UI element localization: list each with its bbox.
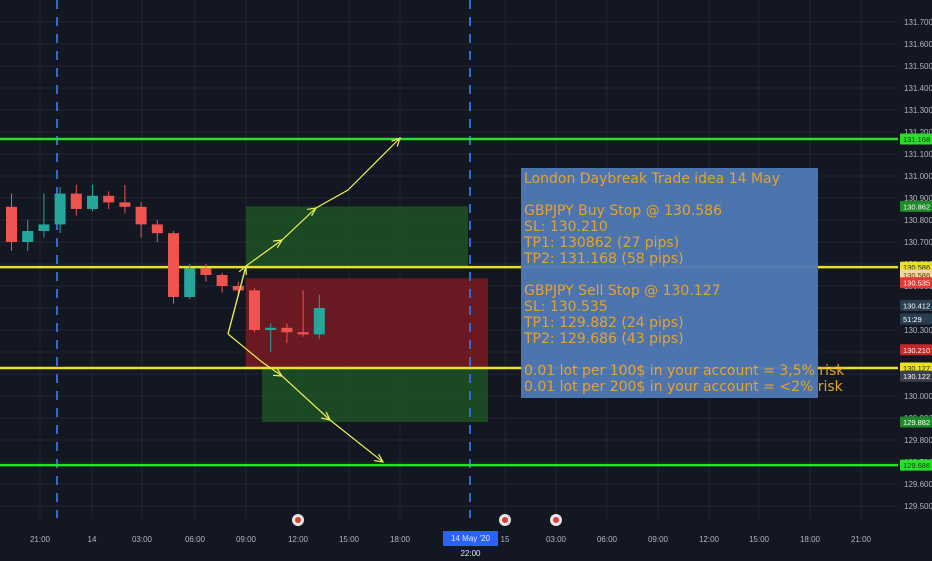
candle-body — [281, 327, 293, 333]
x-tick-label: 15 — [501, 535, 510, 544]
candle-body — [151, 224, 163, 234]
candle-body — [232, 286, 244, 291]
y-tick-label: 130.700 — [904, 238, 932, 247]
x-tick-label: 18:00 — [800, 535, 821, 544]
note-spacer — [524, 347, 815, 363]
sell-target-zone — [262, 368, 488, 422]
candle-body — [297, 332, 309, 335]
event-dot-icon — [553, 517, 559, 523]
candle-body — [38, 224, 50, 231]
candle-body — [6, 206, 17, 242]
price-badge-label: 129.882 — [903, 418, 930, 427]
candle-body — [216, 275, 228, 286]
note-buy-stop: GBPJPY Buy Stop @ 130.586 — [524, 203, 722, 219]
y-tick-label: 131.000 — [904, 172, 932, 181]
candle-body — [313, 308, 325, 335]
note-buy-sl: SL: 130.210 — [524, 219, 608, 235]
x-tick-label: 14 — [88, 535, 97, 544]
x-tick-label: 12:00 — [699, 535, 720, 544]
event-markers[interactable] — [292, 514, 562, 526]
note-spacer — [524, 187, 815, 203]
note-sell-tp1: TP1: 129.882 (24 pips) — [524, 315, 684, 331]
note-spacer — [524, 267, 815, 283]
x-tick-label: 15:00 — [339, 535, 360, 544]
buy-target-zone — [246, 206, 468, 268]
candle-body — [70, 193, 82, 209]
y-tick-label: 129.800 — [904, 436, 932, 445]
price-badge-label: 51:29 — [903, 315, 922, 324]
y-tick-label: 130.300 — [904, 326, 932, 335]
note-sell-stop: GBPJPY Sell Stop @ 130.127 — [524, 283, 721, 299]
stop-loss-zone — [246, 278, 488, 369]
price-badge-label: 130.862 — [903, 202, 930, 211]
candle-body — [22, 231, 34, 242]
note-buy-tp2: TP2: 131.168 (58 pips) — [524, 251, 684, 267]
y-tick-label: 131.400 — [904, 84, 932, 93]
candle-body — [119, 202, 131, 207]
note-sell-sl: SL: 130.535 — [524, 299, 608, 315]
y-tick-label: 129.600 — [904, 480, 932, 489]
crosshair-time-tag: 14 May '20 22:00 — [443, 531, 498, 558]
price-badge-label: 130.210 — [903, 346, 930, 355]
x-tick-label: 21:00 — [30, 535, 51, 544]
event-dot-icon — [502, 517, 508, 523]
trade-idea-note[interactable]: London Daybreak Trade idea 14 May GBPJPY… — [521, 168, 845, 398]
candle-body — [103, 195, 115, 203]
y-tick-label: 130.800 — [904, 216, 932, 225]
trade-zones — [246, 206, 488, 422]
price-badge-label: 129.686 — [903, 461, 930, 470]
x-tick-label: 15:00 — [749, 535, 770, 544]
event-dot-icon — [295, 517, 301, 523]
y-tick-label: 130.000 — [904, 392, 932, 401]
note-risk-100: 0.01 lot per 100$ in your account = 3,5%… — [524, 363, 845, 379]
candle-body — [135, 206, 147, 225]
x-tick-label: 18:00 — [390, 535, 411, 544]
price-badge-label: 130.412 — [903, 301, 930, 310]
note-sell-tp2: TP2: 129.686 (43 pips) — [524, 331, 684, 347]
arrow-segment — [227, 265, 247, 335]
note-buy-tp1: TP1: 130862 (27 pips) — [524, 235, 680, 251]
y-tick-label: 131.700 — [904, 18, 932, 27]
y-tick-label: 131.300 — [904, 106, 932, 115]
y-tick-label: 131.600 — [904, 40, 932, 49]
x-tick-label: 12:00 — [288, 535, 309, 544]
x-tick-label: 06:00 — [597, 535, 618, 544]
y-tick-label: 131.100 — [904, 150, 932, 159]
y-tick-label: 131.500 — [904, 62, 932, 71]
candle-body — [87, 195, 98, 209]
x-tick-label: 03:00 — [546, 535, 567, 544]
price-badge-label: 130.535 — [903, 279, 930, 288]
candle-body — [249, 290, 260, 330]
candle-body — [200, 268, 212, 275]
note-title: London Daybreak Trade idea 14 May — [524, 171, 780, 187]
price-badge-label: 130.122 — [903, 372, 930, 381]
x-tick-label: 21:00 — [851, 535, 872, 544]
price-badge-label: 131.168 — [903, 135, 930, 144]
candle-body — [168, 233, 179, 297]
candle-body — [54, 193, 66, 225]
x-tick-label: 03:00 — [132, 535, 153, 544]
x-tick-label: 06:00 — [185, 535, 206, 544]
note-risk-200: 0.01 lot per 200$ in your account = <2% … — [524, 379, 843, 395]
x-tick-label: 09:00 — [236, 535, 257, 544]
y-tick-label: 129.500 — [904, 502, 932, 511]
candle-body — [265, 327, 277, 330]
candle-body — [184, 268, 196, 297]
x-tick-label: 09:00 — [648, 535, 669, 544]
